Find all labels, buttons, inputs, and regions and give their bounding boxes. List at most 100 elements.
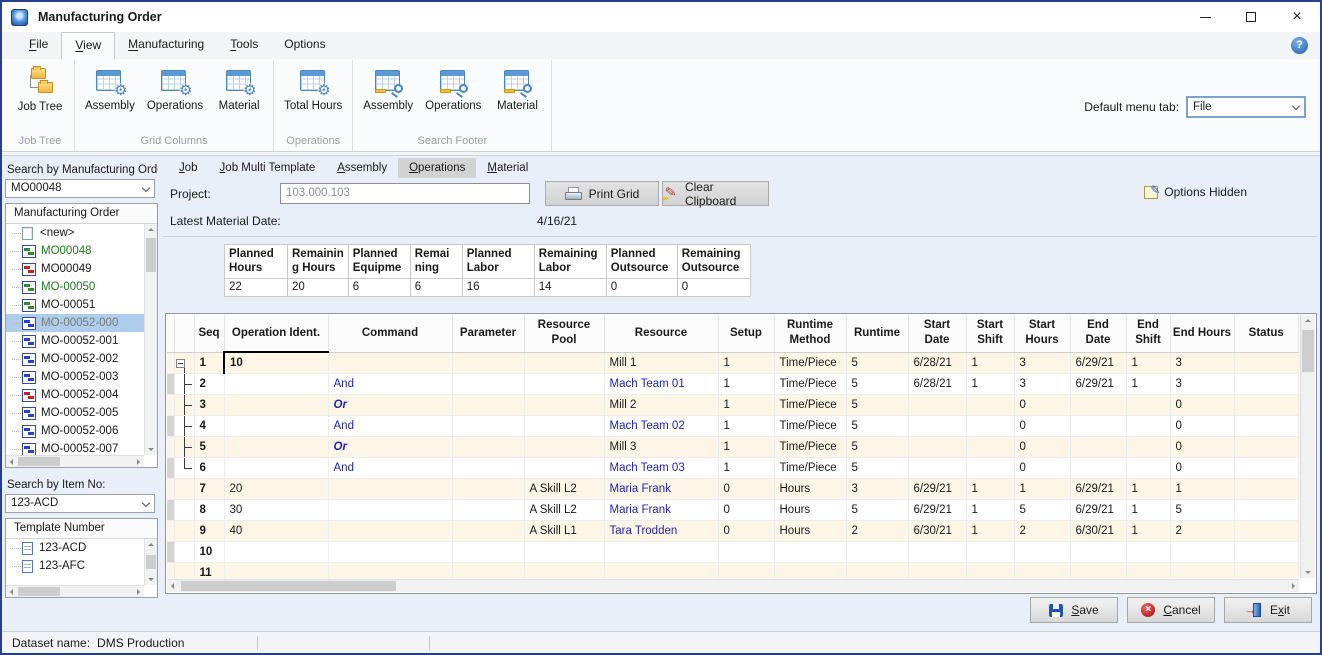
grid-header-rtime[interactable]: Runtime xyxy=(846,315,908,352)
default-menu-tab-select[interactable]: File xyxy=(1186,96,1306,118)
grid-cell-setup[interactable]: 1 xyxy=(718,373,774,394)
tab-job-multi-template[interactable]: Job Multi Template xyxy=(209,158,327,178)
grid-cell-param[interactable] xyxy=(452,394,524,415)
grid-cell-cmd[interactable] xyxy=(328,541,452,562)
grid-cell-rtime[interactable] xyxy=(846,562,908,578)
grid-cell-rmeth[interactable]: Time/Piece xyxy=(774,373,846,394)
grid-cell-cmd[interactable] xyxy=(328,499,452,520)
grid-cell-sdate[interactable]: 6/29/21 xyxy=(908,478,966,499)
grid-cell-setup[interactable] xyxy=(718,541,774,562)
grid-cell-seq[interactable]: 10 xyxy=(194,541,224,562)
grid-cell-sdate[interactable] xyxy=(908,394,966,415)
scroll-right-icon[interactable] xyxy=(1292,583,1295,589)
grid-vscrollbar[interactable] xyxy=(1300,315,1315,578)
scroll-right-icon[interactable] xyxy=(137,459,140,465)
scroll-up-icon[interactable] xyxy=(1305,319,1311,322)
grid-cell-shours[interactable] xyxy=(1014,562,1070,578)
grid-cell-edate[interactable] xyxy=(1070,436,1126,457)
grid-cell-edate[interactable] xyxy=(1070,457,1126,478)
grid-cell-rtime[interactable]: 5 xyxy=(846,394,908,415)
template-tree-item-123-acd[interactable]: 123-ACD xyxy=(6,539,144,557)
template-tree-item-123-afc[interactable]: 123-AFC xyxy=(6,557,144,575)
grid-cell-res[interactable] xyxy=(604,541,718,562)
grid-cell-rmeth[interactable]: Time/Piece xyxy=(774,415,846,436)
maximize-button[interactable] xyxy=(1228,2,1274,32)
grid-cell-op[interactable] xyxy=(224,415,328,436)
grid-cell-shours[interactable]: 5 xyxy=(1014,499,1070,520)
grid-cell-rtime[interactable]: 5 xyxy=(846,436,908,457)
grid-cell-rmeth[interactable]: Time/Piece xyxy=(774,394,846,415)
tree-connector-cell[interactable] xyxy=(174,352,194,373)
mo-tree-item-new[interactable]: <new> xyxy=(6,224,144,242)
grid-cell-sshift[interactable]: 1 xyxy=(966,478,1014,499)
grid-header-sshift[interactable]: Start Shift xyxy=(966,315,1014,352)
ribbon-button-search-footer-material[interactable]: Material xyxy=(490,65,544,115)
grid-cell-seq[interactable]: 11 xyxy=(194,562,224,578)
grid-cell-rtime[interactable]: 3 xyxy=(846,478,908,499)
grid-cell-param[interactable] xyxy=(452,478,524,499)
grid-cell-pool[interactable] xyxy=(524,457,604,478)
grid-cell-sshift[interactable]: 1 xyxy=(966,499,1014,520)
grid-cell-pool[interactable]: A Skill L2 xyxy=(524,499,604,520)
template-tree-vscrollbar[interactable] xyxy=(144,539,157,585)
grid-cell-ehours[interactable]: 3 xyxy=(1170,352,1234,373)
grid-cell-pool[interactable]: A Skill L1 xyxy=(524,520,604,541)
grid-cell-ehours[interactable]: 0 xyxy=(1170,457,1234,478)
menu-item-tools[interactable]: Tools xyxy=(217,32,271,59)
grid-cell-status[interactable] xyxy=(1234,436,1299,457)
grid-cell-rtime[interactable]: 5 xyxy=(846,373,908,394)
grid-header-res[interactable]: Resource xyxy=(604,315,718,352)
grid-cell-edate[interactable]: 6/29/21 xyxy=(1070,373,1126,394)
grid-header-status[interactable]: Status xyxy=(1234,315,1299,352)
grid-cell-sshift[interactable]: 1 xyxy=(966,373,1014,394)
grid-cell-ehours[interactable]: 0 xyxy=(1170,436,1234,457)
grid-cell-op[interactable] xyxy=(224,436,328,457)
exit-button[interactable]: →Exit xyxy=(1224,597,1312,623)
grid-cell-setup[interactable]: 1 xyxy=(718,436,774,457)
grid-cell-res[interactable]: Maria Frank xyxy=(604,478,718,499)
mo-tree-item-mo-00052-005[interactable]: MO-00052-005 xyxy=(6,404,144,422)
grid-cell-ehours[interactable] xyxy=(1170,562,1234,578)
grid-cell-shours[interactable]: 0 xyxy=(1014,436,1070,457)
clear-clipboard-button[interactable]: ✎ Clear Clipboard xyxy=(662,181,769,206)
grid-cell-status[interactable] xyxy=(1234,415,1299,436)
grid-cell-op[interactable] xyxy=(224,562,328,578)
grid-cell-sdate[interactable] xyxy=(908,541,966,562)
grid-cell-sdate[interactable]: 6/28/21 xyxy=(908,373,966,394)
grid-cell-res[interactable]: Maria Frank xyxy=(604,499,718,520)
grid-cell-edate[interactable] xyxy=(1070,415,1126,436)
grid-cell-rtime[interactable]: 2 xyxy=(846,520,908,541)
grid-cell-pool[interactable] xyxy=(524,541,604,562)
cancel-button[interactable]: ×Cancel xyxy=(1127,597,1215,623)
grid-cell-ehours[interactable]: 0 xyxy=(1170,415,1234,436)
grid-cell-param[interactable] xyxy=(452,541,524,562)
ribbon-button-grid-columns-assembly[interactable]: ⚙Assembly xyxy=(82,65,138,115)
grid-cell-setup[interactable]: 1 xyxy=(718,457,774,478)
search-item-combobox[interactable]: 123-ACD xyxy=(5,494,155,513)
grid-cell-seq[interactable]: 5 xyxy=(194,436,224,457)
grid-header-shours[interactable]: Start Hours xyxy=(1014,315,1070,352)
grid-cell-status[interactable] xyxy=(1234,541,1299,562)
ribbon-button-search-footer-assembly[interactable]: Assembly xyxy=(360,65,416,115)
grid-cell-ehours[interactable] xyxy=(1170,541,1234,562)
collapse-icon[interactable] xyxy=(176,359,185,368)
scroll-right-icon[interactable] xyxy=(137,589,140,595)
grid-cell-ehours[interactable]: 3 xyxy=(1170,373,1234,394)
grid-cell-rmeth[interactable] xyxy=(774,541,846,562)
grid-cell-seq[interactable]: 3 xyxy=(194,394,224,415)
grid-cell-res[interactable]: Mach Team 03 xyxy=(604,457,718,478)
grid-cell-seq[interactable]: 4 xyxy=(194,415,224,436)
grid-cell-op[interactable]: 30 xyxy=(224,499,328,520)
grid-cell-shours[interactable]: 1 xyxy=(1014,478,1070,499)
grid-cell-op[interactable]: 20 xyxy=(224,478,328,499)
grid-cell-sshift[interactable] xyxy=(966,415,1014,436)
grid-header-eshift[interactable]: End Shift xyxy=(1126,315,1170,352)
scroll-up-icon[interactable] xyxy=(148,228,154,231)
grid-cell-edate[interactable] xyxy=(1070,541,1126,562)
grid-cell-rtime[interactable]: 5 xyxy=(846,352,908,373)
grid-cell-eshift[interactable] xyxy=(1126,457,1170,478)
grid-hscrollbar[interactable] xyxy=(167,579,1299,592)
mo-tree-item-mo-00052-001[interactable]: MO-00052-001 xyxy=(6,332,144,350)
grid-cell-status[interactable] xyxy=(1234,373,1299,394)
mo-tree-item-mo-00052-000[interactable]: MO-00052-000 xyxy=(6,314,144,332)
